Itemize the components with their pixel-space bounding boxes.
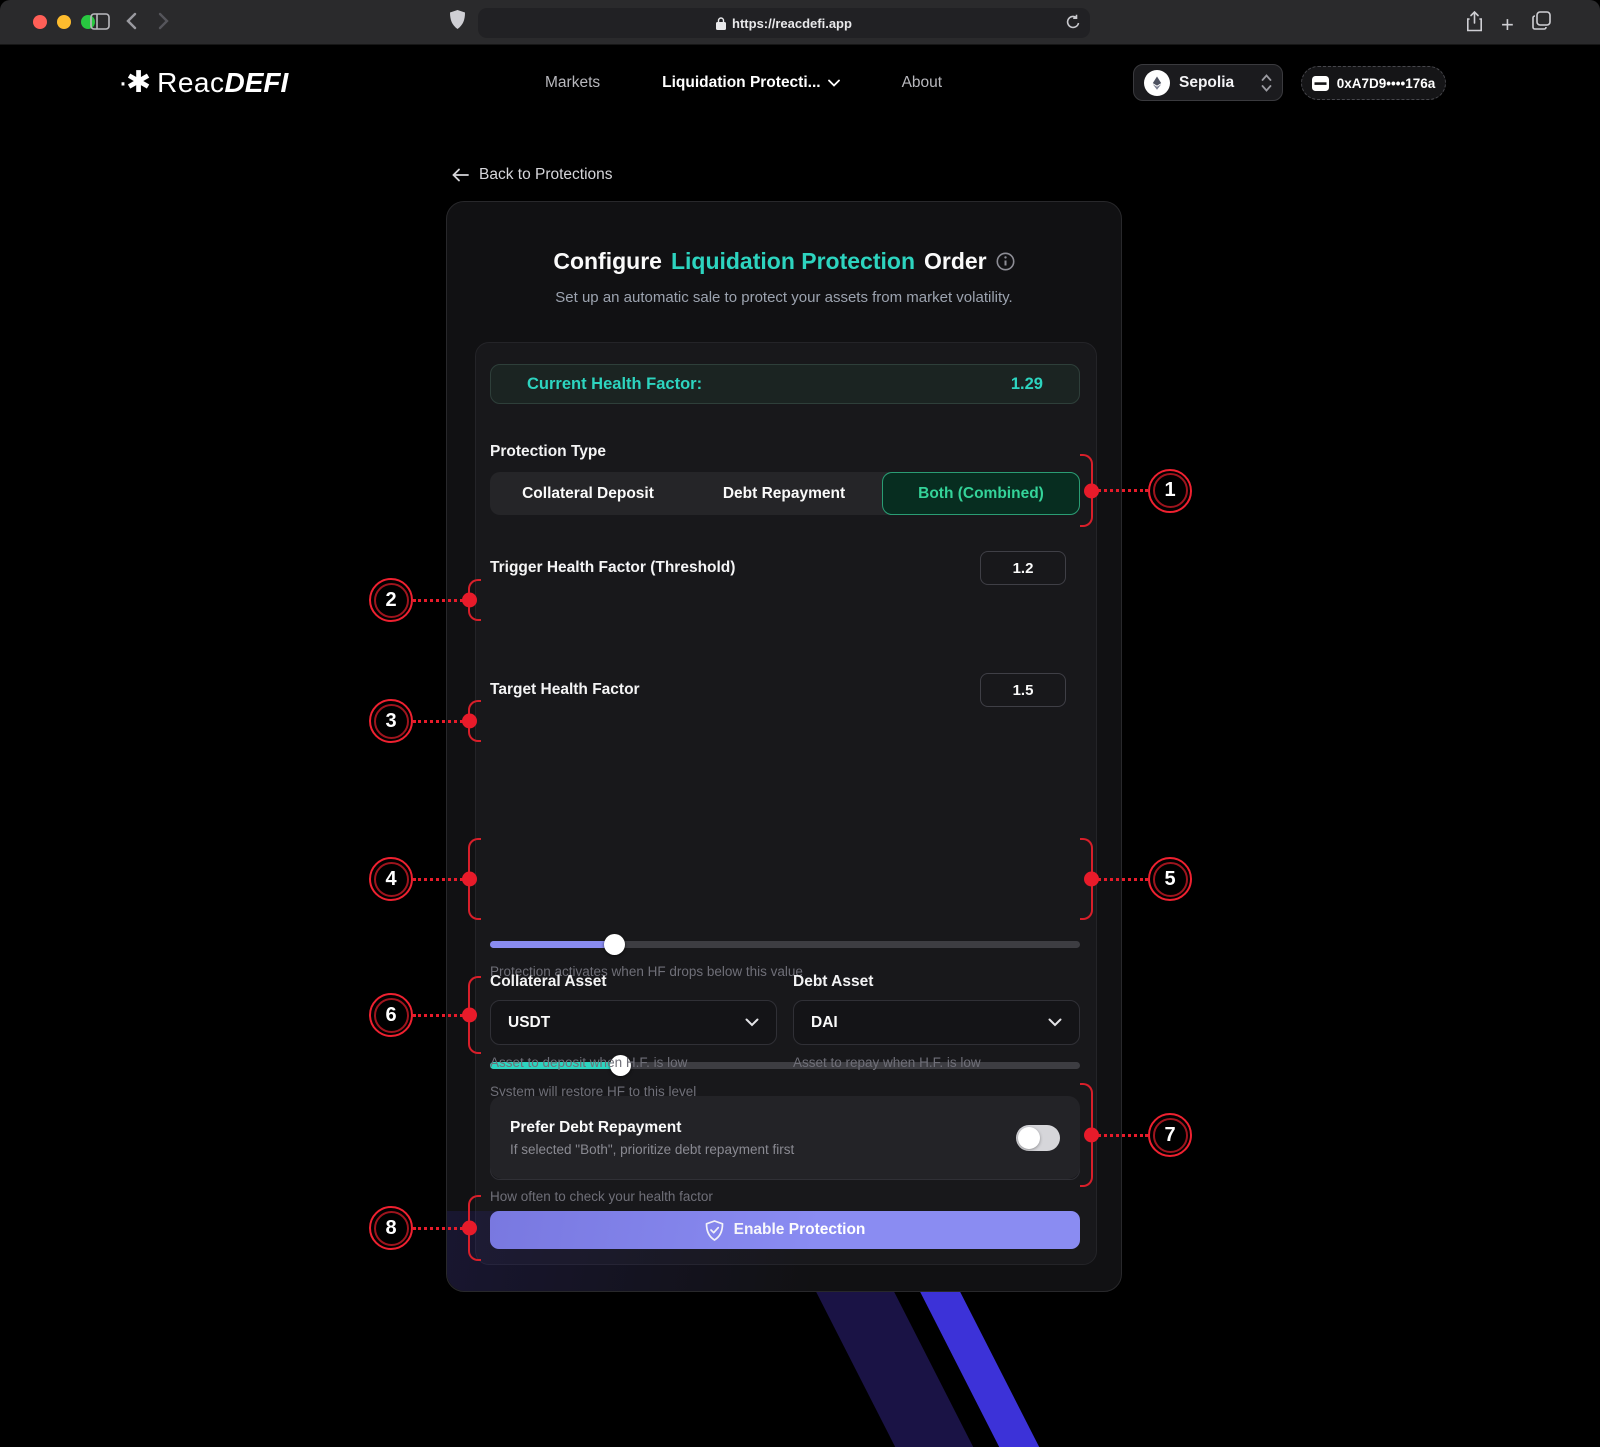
url-text: https://reacdefi.app bbox=[732, 16, 852, 31]
tab-overview-icon[interactable] bbox=[1532, 11, 1551, 30]
brand-text: Reac bbox=[157, 67, 224, 98]
forward-button[interactable] bbox=[158, 12, 169, 30]
prefer-debt-repayment-label: Prefer Debt Repayment bbox=[510, 1119, 794, 1137]
privacy-shield-icon[interactable] bbox=[450, 10, 465, 29]
screen: https://reacdefi.app + ·✱ ReacDEFI Marke… bbox=[0, 0, 1600, 1447]
configure-protection-card: Configure Liquidation Protection Order S… bbox=[446, 201, 1122, 1292]
page-subtitle: Set up an automatic sale to protect your… bbox=[447, 289, 1121, 306]
prefer-debt-repayment-helper: If selected "Both", prioritize debt repa… bbox=[510, 1142, 794, 1157]
address-bar[interactable]: https://reacdefi.app bbox=[478, 8, 1090, 38]
target-hf-label: Target Health Factor bbox=[490, 681, 640, 699]
target-hf-value[interactable]: 1.5 bbox=[980, 673, 1066, 707]
arrow-left-icon bbox=[452, 168, 469, 182]
health-factor-label: Current Health Factor: bbox=[527, 375, 702, 394]
trigger-hf-slider[interactable] bbox=[490, 933, 1080, 955]
current-health-factor: Current Health Factor: 1.29 bbox=[490, 364, 1080, 404]
site-navbar: ·✱ ReacDEFI Markets Liquidation Protecti… bbox=[0, 45, 1600, 120]
reload-icon[interactable] bbox=[1065, 14, 1081, 31]
wallet-button[interactable]: 0xA7D9••••176a bbox=[1301, 66, 1446, 100]
ethereum-icon bbox=[1144, 70, 1170, 96]
shield-check-icon bbox=[705, 1220, 724, 1241]
toggle-knob bbox=[1018, 1127, 1040, 1149]
trigger-hf-value[interactable]: 1.2 bbox=[980, 551, 1066, 585]
debt-asset-label: Debt Asset bbox=[793, 973, 873, 991]
sidebar-icon[interactable] bbox=[90, 13, 110, 30]
slider-fill bbox=[490, 941, 614, 948]
back-button[interactable] bbox=[126, 12, 137, 30]
wallet-address: 0xA7D9••••176a bbox=[1337, 76, 1435, 91]
new-tab-icon[interactable]: + bbox=[1501, 12, 1514, 38]
collateral-asset-select[interactable]: USDT bbox=[490, 1000, 777, 1045]
collateral-asset-helper: Asset to deposit when H.F. is low bbox=[490, 1055, 687, 1070]
collateral-asset-label: Collateral Asset bbox=[490, 973, 607, 991]
chevron-down-icon bbox=[745, 1018, 759, 1027]
option-both-combined[interactable]: Both (Combined) bbox=[882, 472, 1080, 515]
close-window-button[interactable] bbox=[33, 15, 47, 29]
back-to-protections-link[interactable]: Back to Protections bbox=[452, 166, 613, 184]
chevron-down-icon bbox=[1048, 1018, 1062, 1027]
option-debt-repayment[interactable]: Debt Repayment bbox=[686, 472, 882, 515]
brand-asterisk-icon: ·✱ bbox=[118, 65, 149, 100]
minimize-window-button[interactable] bbox=[57, 15, 71, 29]
prefer-debt-repayment-card: Prefer Debt Repayment If selected "Both"… bbox=[490, 1096, 1080, 1179]
trigger-hf-label: Trigger Health Factor (Threshold) bbox=[490, 559, 735, 577]
decorative-stripes bbox=[0, 1292, 1600, 1447]
slider-thumb[interactable] bbox=[604, 934, 625, 955]
option-collateral-deposit[interactable]: Collateral Deposit bbox=[490, 472, 686, 515]
health-factor-value: 1.29 bbox=[1011, 375, 1043, 394]
nav-item-about[interactable]: About bbox=[902, 74, 943, 92]
brand-logo[interactable]: ·✱ ReacDEFI bbox=[118, 65, 288, 100]
check-frequency-helper: How often to check your health factor bbox=[490, 1189, 713, 1204]
wallet-icon bbox=[1312, 76, 1329, 91]
protection-type-label: Protection Type bbox=[490, 443, 606, 461]
enable-protection-button[interactable]: Enable Protection bbox=[490, 1211, 1080, 1249]
stripe-bright bbox=[911, 1292, 1053, 1447]
page-title: Configure Liquidation Protection Order bbox=[447, 248, 1121, 275]
debt-asset-helper: Asset to repay when H.F. is low bbox=[793, 1055, 981, 1070]
unfold-icon bbox=[1261, 74, 1272, 92]
protection-type-segmented-control: Collateral Deposit Debt Repayment Both (… bbox=[490, 472, 1080, 515]
nav-item-liquidation-protection[interactable]: Liquidation Protecti... bbox=[662, 74, 839, 92]
nav-item-markets[interactable]: Markets bbox=[545, 74, 600, 92]
prefer-debt-repayment-toggle[interactable] bbox=[1016, 1125, 1060, 1151]
share-icon[interactable] bbox=[1466, 11, 1483, 32]
debt-asset-select[interactable]: DAI bbox=[793, 1000, 1080, 1045]
info-icon[interactable] bbox=[996, 252, 1015, 271]
network-label: Sepolia bbox=[1179, 74, 1234, 92]
browser-toolbar: https://reacdefi.app + bbox=[0, 0, 1600, 45]
chevron-down-icon bbox=[828, 79, 840, 87]
form-panel: Current Health Factor: 1.29 Protection T… bbox=[475, 342, 1097, 1265]
network-selector[interactable]: Sepolia bbox=[1133, 64, 1283, 101]
lock-icon bbox=[716, 17, 726, 30]
stripe-dark bbox=[807, 1292, 987, 1447]
